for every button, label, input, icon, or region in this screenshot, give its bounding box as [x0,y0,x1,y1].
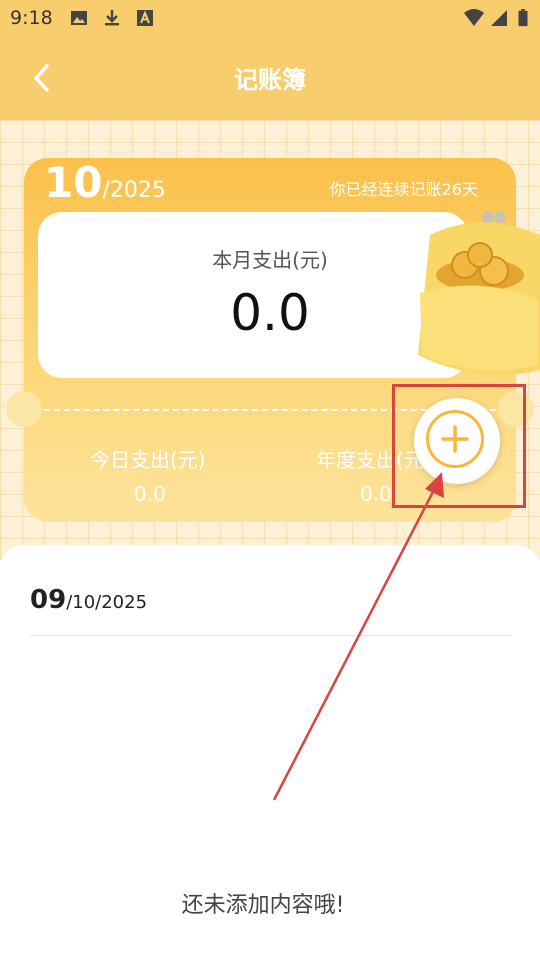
status-time: 9:18 [10,7,53,29]
records-sheet: 09/10/2025 还未添加内容哦! [0,545,540,960]
year-expense-value: 0.0 [360,482,392,506]
date-divider [30,635,512,636]
month-year: 10/2025 [44,158,166,207]
signal-icon [491,10,507,26]
record-date-rest: /10/2025 [66,592,148,613]
year-text: /2025 [102,178,166,203]
image-icon [71,11,87,25]
monthly-expense-panel: 本月支出(元) 0.0 [38,212,468,378]
battery-icon [518,9,528,27]
record-date-day: 09 [30,585,67,615]
record-date: 09/10/2025 [30,585,147,615]
status-bar: 9:18 [0,0,540,36]
left-notch [6,391,42,427]
page-title: 记账簿 [234,66,306,94]
a-icon [137,10,153,26]
wifi-icon [464,9,484,26]
download-icon [105,10,119,26]
app-header: 记账簿 [0,36,540,120]
today-expense-value: 0.0 [134,482,166,506]
highlight-box [392,384,526,508]
today-expense-label: 今日支出(元) [90,448,206,472]
wallet-coins-illustration [418,211,540,375]
month-number: 10 [44,158,103,207]
empty-state-text: 还未添加内容哦! [181,893,345,918]
streak-text: 你已经连续记账26天 [329,180,478,199]
